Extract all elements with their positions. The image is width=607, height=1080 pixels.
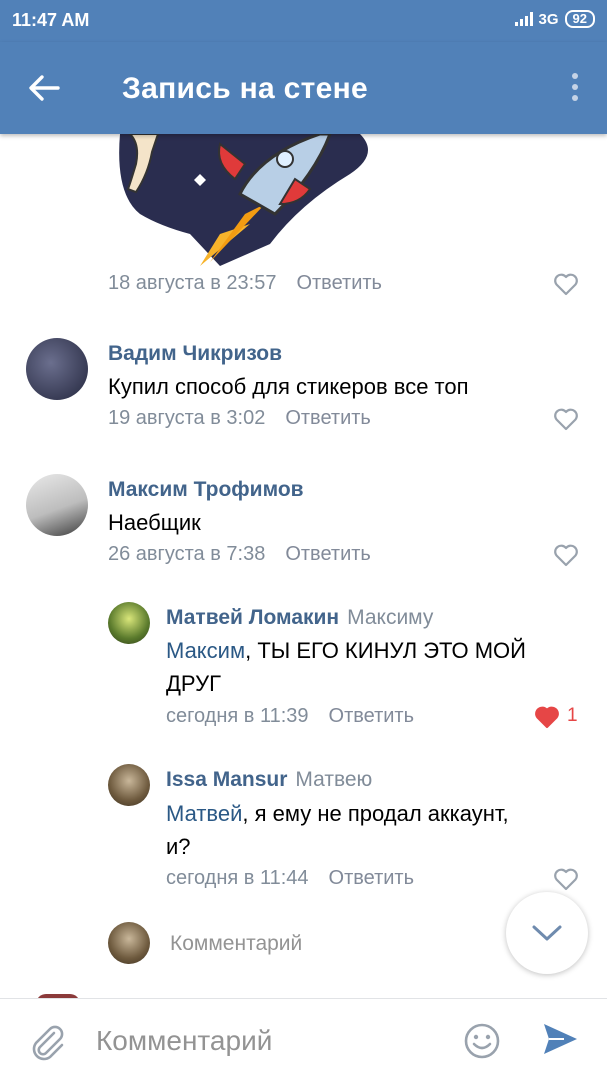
comment-bar: Комментарий <box>0 998 607 1080</box>
paperclip-icon[interactable] <box>28 1021 66 1061</box>
scroll-down-button[interactable] <box>506 892 588 974</box>
reply-text: Матвей, я ему не продал аккаунт, и? <box>166 797 586 863</box>
reply-text-line: и? <box>166 834 191 859</box>
heart-icon[interactable] <box>553 272 579 296</box>
reply-text-line: , я ему не продал аккаунт, <box>242 801 509 826</box>
comment-date: 19 августа в 3:02 <box>108 407 266 429</box>
signal-icon <box>514 12 533 26</box>
reply-author[interactable]: Матвей Ломакин <box>166 606 339 629</box>
reply-meta: сегодня в 11:44 Ответить <box>166 867 414 890</box>
app-header: Запись на стене <box>0 42 607 134</box>
more-vertical-icon[interactable] <box>571 72 579 102</box>
reply-button[interactable]: Ответить <box>329 867 415 890</box>
mention-link[interactable]: Максим <box>166 638 245 663</box>
avatar[interactable] <box>26 474 88 536</box>
like-count: 1 <box>567 705 578 726</box>
rocket-sticker <box>100 134 380 266</box>
reply-button[interactable]: Ответить <box>285 407 371 430</box>
comment-input[interactable]: Комментарий <box>96 1025 272 1057</box>
reply-date: сегодня в 11:44 <box>166 867 309 889</box>
comment-date: 18 августа в 23:57 <box>108 272 277 294</box>
battery-level: 92 <box>564 10 595 28</box>
comment-text: Наебщик <box>108 510 201 535</box>
mention-link[interactable]: Матвей <box>166 801 242 826</box>
heart-icon[interactable] <box>553 867 579 891</box>
comment-meta: 19 августа в 3:02 Ответить <box>108 407 371 430</box>
reply-header: Issa Mansur Матвею <box>166 768 372 792</box>
reply-button[interactable]: Ответить <box>296 272 382 295</box>
inline-comment-placeholder: Комментарий <box>170 932 303 955</box>
reply-header: Матвей Ломакин Максиму <box>166 606 433 630</box>
comment-text: Купил способ для стикеров все топ <box>108 374 469 399</box>
inline-comment-field[interactable]: Комментарий <box>108 922 508 966</box>
reply-meta: сегодня в 11:39 Ответить <box>166 705 414 728</box>
comment-date: 26 августа в 7:38 <box>108 543 266 565</box>
reply-text-line: ДРУГ <box>166 671 221 696</box>
back-arrow-icon[interactable] <box>24 68 64 108</box>
heart-icon[interactable] <box>553 407 579 431</box>
page-title: Запись на стене <box>122 72 369 105</box>
reply-target: Максиму <box>347 606 434 629</box>
reply-button[interactable]: Ответить <box>285 543 371 566</box>
comment-author[interactable]: Максим Трофимов <box>108 478 304 502</box>
reply-text-line: , ТЫ ЕГО КИНУЛ ЭТО МОЙ <box>245 638 526 663</box>
reply-button[interactable]: Ответить <box>329 705 415 728</box>
status-indicators: 3G 92 <box>514 10 595 28</box>
chevron-down-icon <box>532 925 562 941</box>
network-type: 3G <box>538 10 559 28</box>
reply-author[interactable]: Issa Mansur <box>166 768 287 791</box>
avatar[interactable] <box>108 764 150 806</box>
reply-text: Максим, ТЫ ЕГО КИНУЛ ЭТО МОЙ ДРУГ <box>166 634 586 700</box>
reply-date: сегодня в 11:39 <box>166 705 309 727</box>
status-time: 11:47 AM <box>12 10 90 30</box>
avatar[interactable] <box>26 338 88 400</box>
heart-icon[interactable] <box>534 705 560 729</box>
smile-icon[interactable] <box>462 1021 502 1061</box>
avatar[interactable] <box>108 602 150 644</box>
comment-meta: 18 августа в 23:57 Ответить <box>108 272 382 295</box>
comment-meta: 26 августа в 7:38 Ответить <box>108 543 371 566</box>
status-bar: 11:47 AM 3G 92 <box>0 0 607 42</box>
heart-icon[interactable] <box>553 543 579 567</box>
send-icon[interactable] <box>540 1019 580 1059</box>
reply-target: Матвею <box>295 768 373 791</box>
comment-author[interactable]: Вадим Чикризов <box>108 342 282 366</box>
avatar <box>108 922 150 964</box>
